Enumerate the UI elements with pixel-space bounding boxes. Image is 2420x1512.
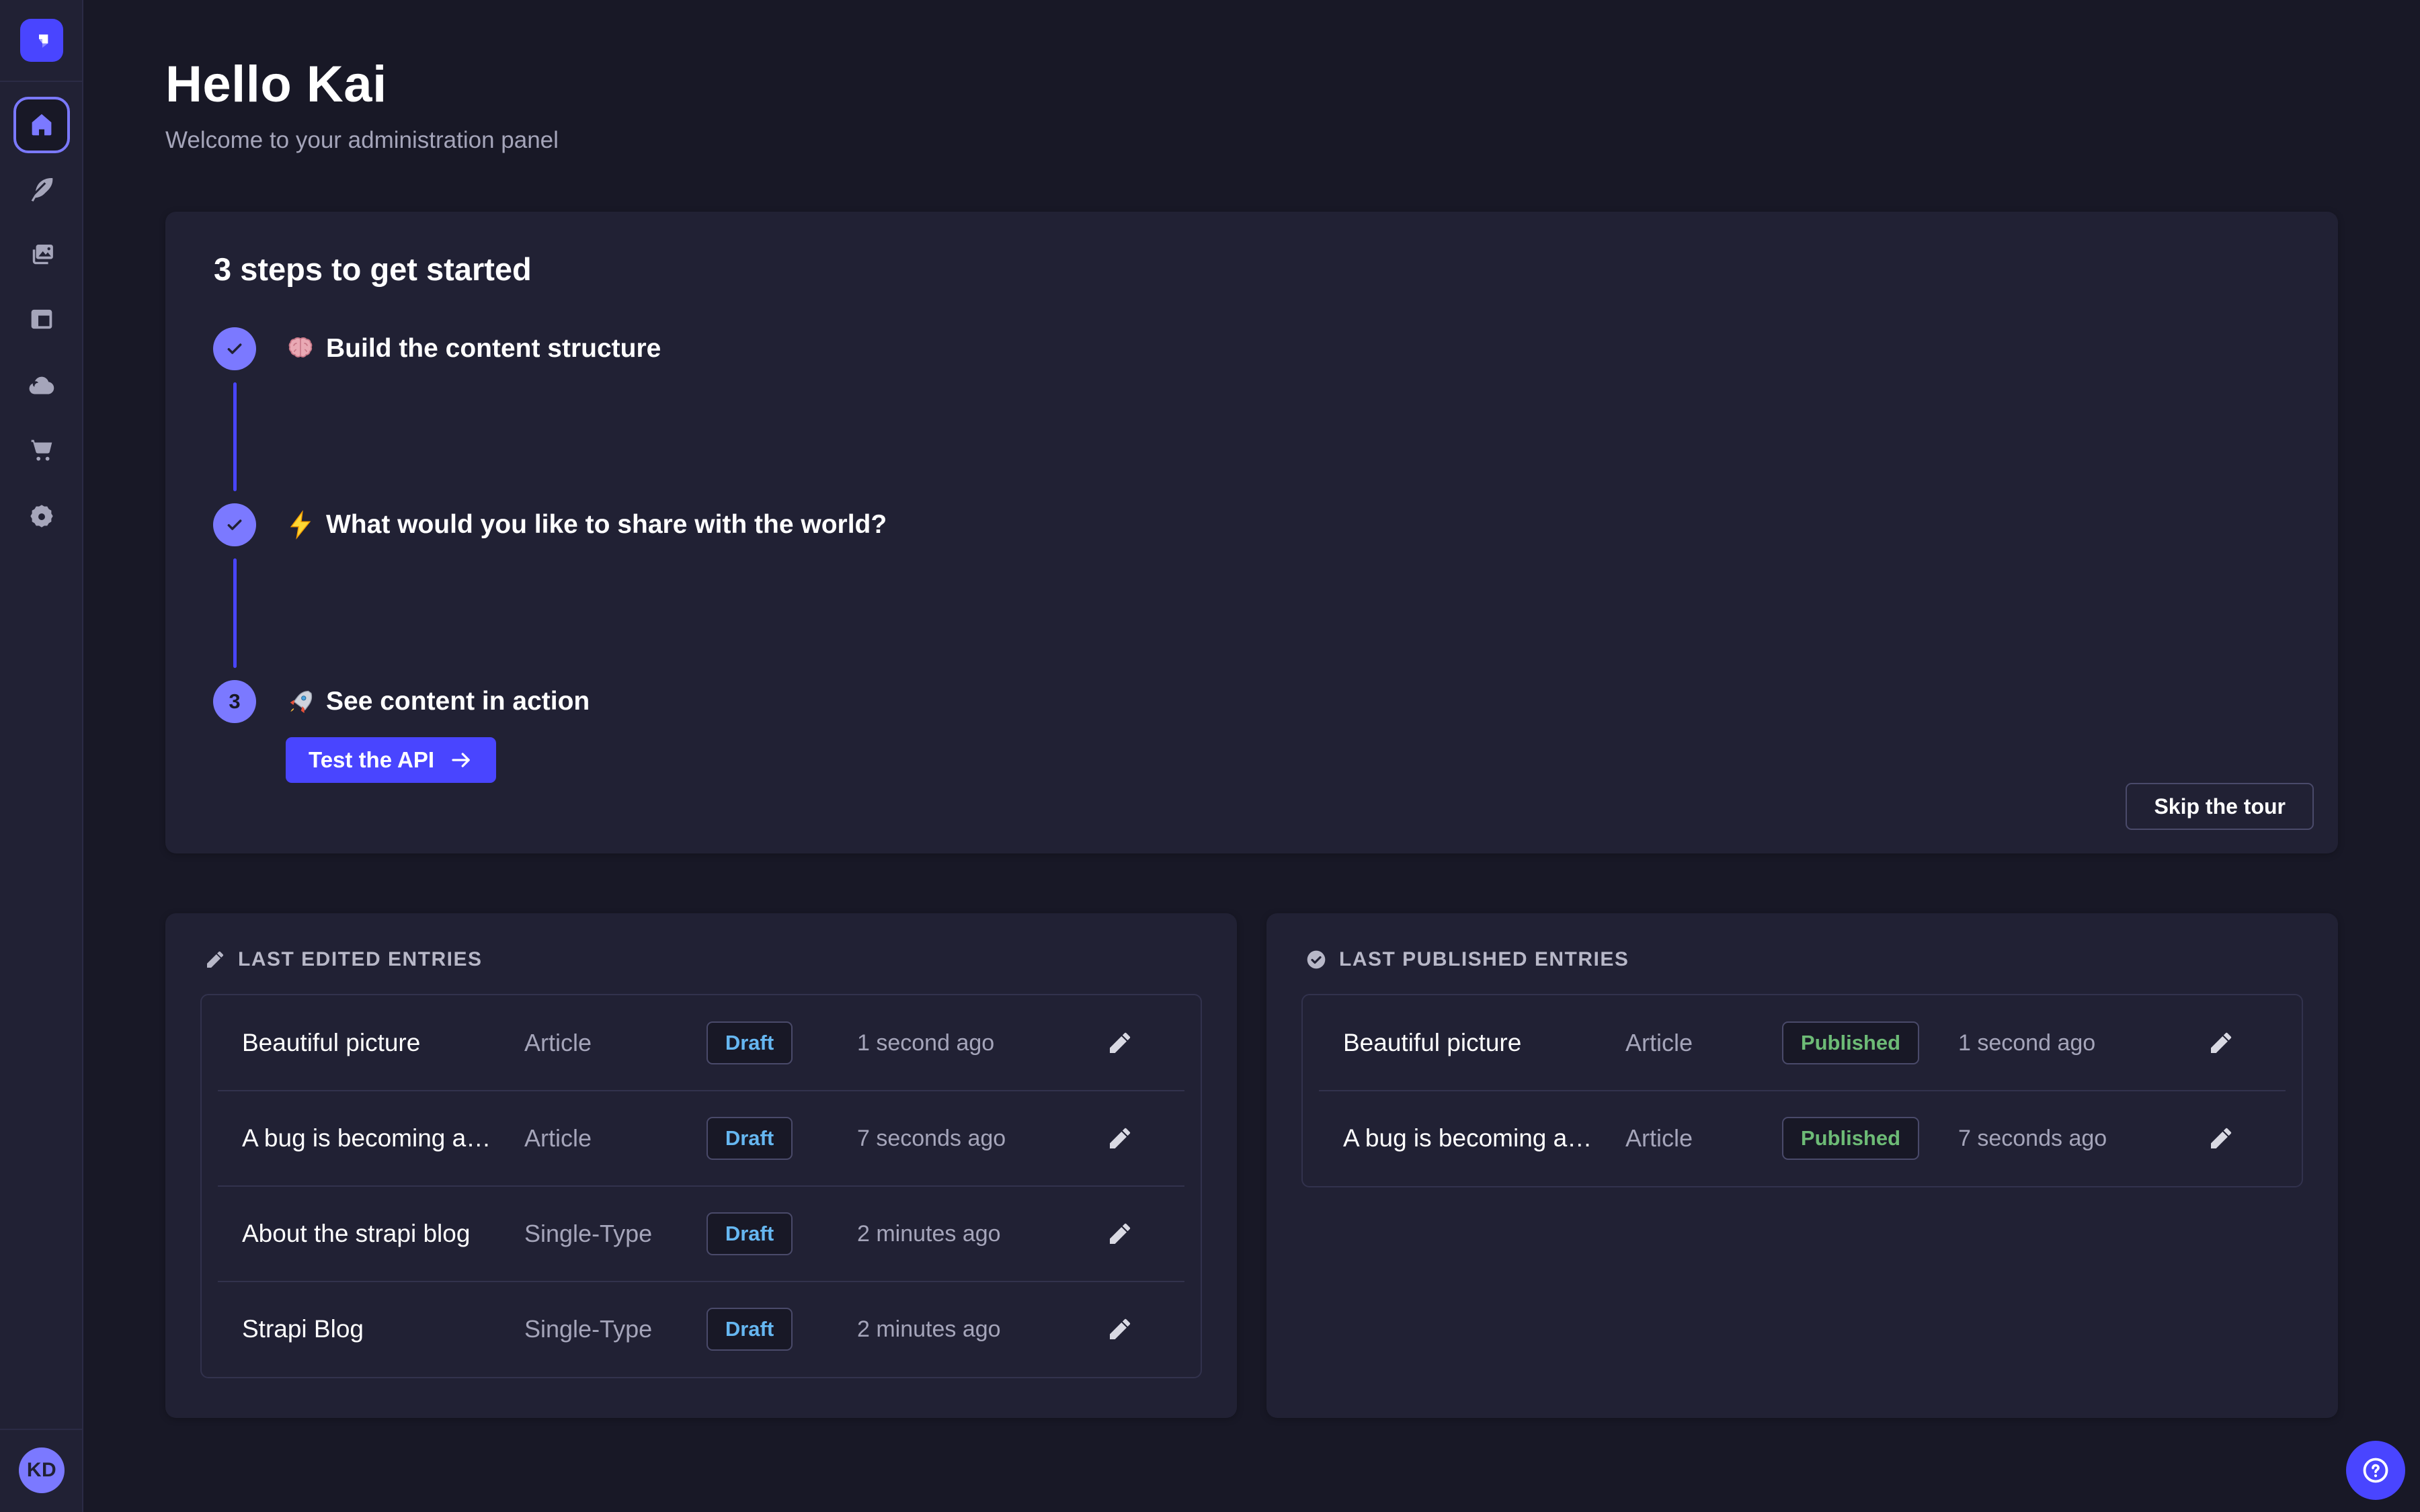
status-badge: Published — [1782, 1021, 1919, 1064]
entry-time: 1 second ago — [1921, 1030, 2205, 1056]
entry-title: About the strapi blog — [242, 1220, 524, 1248]
entry-time: 2 minutes ago — [820, 1316, 1104, 1343]
last-edited-table: Beautiful picture Article Draft 1 second… — [200, 994, 1202, 1378]
sidebar-item-marketplace[interactable] — [13, 422, 70, 478]
status-badge: Draft — [707, 1021, 793, 1064]
sidebar-item-home[interactable] — [13, 97, 70, 153]
entry-title: A bug is becoming a… — [1343, 1124, 1625, 1152]
step-3-number-circle: 3 — [213, 680, 256, 723]
entry-type: Article — [524, 1029, 679, 1057]
entry-type: Single-Type — [524, 1315, 679, 1343]
guided-tour-card: 3 steps to get started Build the content… — [165, 212, 2338, 853]
lightning-icon — [286, 510, 315, 540]
check-circle-icon — [1305, 949, 1327, 970]
entry-time: 1 second ago — [820, 1030, 1104, 1056]
last-published-panel: LAST PUBLISHED ENTRIES Beautiful picture… — [1266, 913, 2338, 1418]
step-1-check-circle — [213, 327, 256, 370]
last-edited-panel: LAST EDITED ENTRIES Beautiful picture Ar… — [165, 913, 1237, 1418]
entry-title: Beautiful picture — [1343, 1029, 1625, 1057]
strapi-logo[interactable] — [20, 19, 63, 62]
status-badge: Draft — [707, 1117, 793, 1160]
entry-type: Article — [1625, 1029, 1780, 1057]
skip-tour-button[interactable]: Skip the tour — [2126, 783, 2314, 830]
pencil-icon — [204, 949, 226, 970]
edit-pencil-icon[interactable] — [1106, 1030, 1133, 1056]
sidebar-item-settings[interactable] — [13, 489, 70, 545]
edit-pencil-icon[interactable] — [1106, 1220, 1133, 1247]
test-api-label: Test the API — [309, 747, 434, 773]
status-badge: Draft — [707, 1212, 793, 1255]
step-2-label: What would you like to share with the wo… — [326, 510, 887, 540]
step-3-label: See content in action — [326, 687, 590, 716]
test-api-button[interactable]: Test the API — [286, 737, 496, 783]
step-connector-1 — [233, 382, 237, 491]
entry-title: Strapi Blog — [242, 1315, 524, 1343]
edit-pencil-icon[interactable] — [2208, 1125, 2234, 1152]
page-title: Hello Kai — [165, 55, 559, 114]
arrow-right-icon — [449, 748, 473, 772]
edit-pencil-icon[interactable] — [1106, 1316, 1133, 1343]
table-row[interactable]: Beautiful picture Article Draft 1 second… — [202, 995, 1201, 1091]
check-icon — [224, 514, 245, 536]
sidebar-item-media-library[interactable] — [13, 226, 70, 283]
sidebar: KD — [0, 0, 83, 1512]
sidebar-divider-bottom — [0, 1429, 82, 1430]
entry-type: Article — [1625, 1124, 1780, 1152]
table-row[interactable]: Strapi Blog Single-Type Draft 2 minutes … — [202, 1282, 1201, 1377]
table-row[interactable]: About the strapi blog Single-Type Draft … — [202, 1186, 1201, 1282]
entry-type: Article — [524, 1124, 679, 1152]
avatar-initials: KD — [27, 1459, 56, 1482]
step-3-number: 3 — [229, 689, 240, 714]
sidebar-item-content-manager[interactable] — [13, 291, 70, 347]
feather-icon — [26, 174, 57, 205]
last-published-header: LAST PUBLISHED ENTRIES — [1305, 948, 1629, 971]
rocket-icon — [286, 687, 315, 716]
layout-icon — [26, 304, 57, 335]
check-icon — [224, 338, 245, 360]
question-mark-icon — [2360, 1455, 2391, 1486]
sidebar-item-cloud[interactable] — [13, 358, 70, 414]
brain-icon — [286, 334, 315, 364]
step-1[interactable]: Build the content structure — [286, 327, 661, 370]
last-published-table: Beautiful picture Article Published 1 se… — [1301, 994, 2303, 1187]
table-row[interactable]: A bug is becoming a… Article Draft 7 sec… — [202, 1091, 1201, 1186]
page-subtitle: Welcome to your administration panel — [165, 127, 559, 154]
sidebar-divider — [0, 81, 82, 82]
strapi-logo-icon — [28, 27, 55, 54]
images-icon — [26, 239, 57, 270]
entry-title: Beautiful picture — [242, 1029, 524, 1057]
step-connector-2 — [233, 558, 237, 668]
step-2-check-circle — [213, 503, 256, 546]
help-button[interactable] — [2346, 1441, 2405, 1500]
sidebar-item-content-type-builder[interactable] — [13, 161, 70, 218]
table-row[interactable]: Beautiful picture Article Published 1 se… — [1303, 995, 2302, 1091]
user-avatar[interactable]: KD — [19, 1447, 65, 1493]
entry-time: 7 seconds ago — [1921, 1126, 2205, 1152]
gear-icon — [26, 501, 57, 532]
guided-tour-title: 3 steps to get started — [214, 251, 532, 288]
edit-pencil-icon[interactable] — [2208, 1030, 2234, 1056]
last-published-title: LAST PUBLISHED ENTRIES — [1339, 948, 1629, 971]
entry-type: Single-Type — [524, 1220, 679, 1248]
edit-pencil-icon[interactable] — [1106, 1125, 1133, 1152]
step-1-label: Build the content structure — [326, 334, 661, 364]
cart-icon — [26, 435, 57, 466]
last-edited-header: LAST EDITED ENTRIES — [204, 948, 483, 971]
step-3[interactable]: See content in action — [286, 680, 590, 723]
table-row[interactable]: A bug is becoming a… Article Published 7… — [1303, 1091, 2302, 1186]
last-edited-title: LAST EDITED ENTRIES — [238, 948, 483, 971]
cloud-icon — [26, 370, 57, 401]
status-badge: Published — [1782, 1117, 1919, 1160]
status-badge: Draft — [707, 1308, 793, 1351]
entry-title: A bug is becoming a… — [242, 1124, 524, 1152]
entry-time: 7 seconds ago — [820, 1126, 1104, 1152]
home-icon — [26, 110, 57, 140]
step-2[interactable]: What would you like to share with the wo… — [286, 503, 887, 546]
page-header: Hello Kai Welcome to your administration… — [165, 55, 559, 154]
entry-time: 2 minutes ago — [820, 1221, 1104, 1247]
